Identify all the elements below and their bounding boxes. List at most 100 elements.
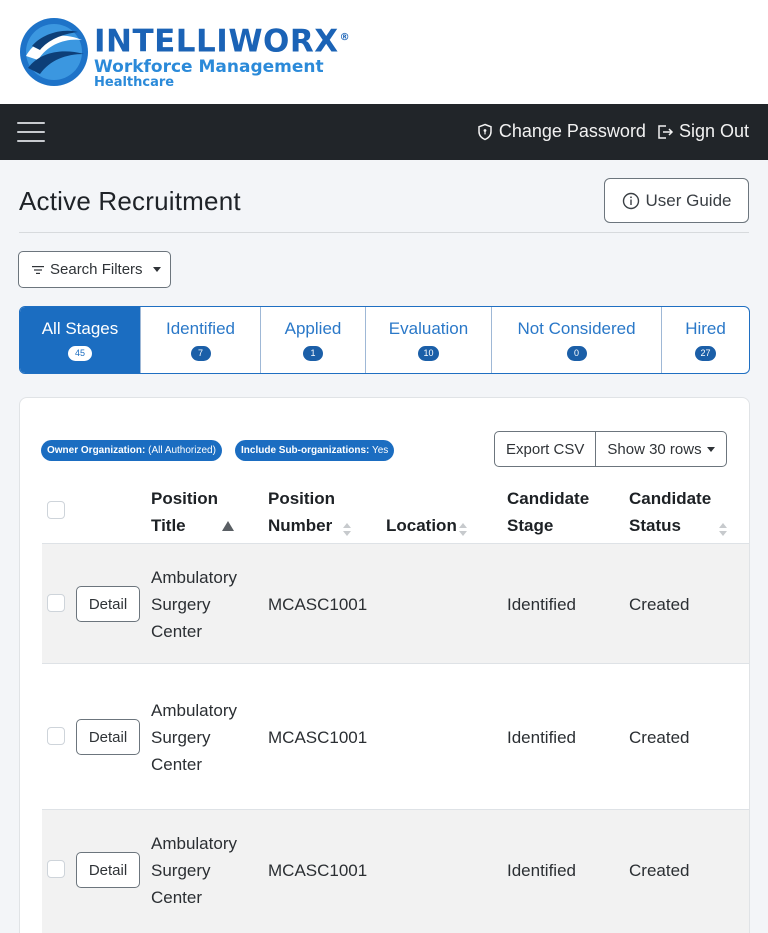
tab-applied[interactable]: Applied 1 [261,307,366,373]
position-number-cell: MCASC1001 [268,728,368,747]
column-header-position-title[interactable]: Position Title [151,485,218,539]
header-line: Candidate [629,489,712,508]
cell-line: Surgery [151,861,211,880]
sign-out-label: Sign Out [678,121,749,141]
select-all-checkbox[interactable] [47,501,65,519]
badge-label: Owner Organization: [47,445,146,456]
tab-hired[interactable]: Hired 27 [662,307,749,373]
tab-all-stages[interactable]: All Stages 45 [20,307,141,373]
row-checkbox[interactable] [47,860,65,878]
info-icon [622,192,639,209]
registered-mark: ® [339,32,351,43]
change-password-label: Change Password [498,121,646,141]
header-line: Status [629,516,681,535]
position-title-cell: Ambulatory Surgery Center [151,830,237,911]
candidate-status-cell: Created [629,728,690,747]
header-line: Title [151,516,186,535]
column-header-candidate-stage[interactable]: Candidate Stage [507,485,589,539]
column-header-location[interactable]: Location [386,512,457,539]
stage-tabs: All Stages 45 Identified 7 Applied 1 Eva… [19,306,750,374]
cell-line: Center [151,622,203,641]
tab-evaluation[interactable]: Evaluation 10 [366,307,492,373]
filter-icon [32,265,44,274]
header-line: Position [268,489,336,508]
candidate-stage-cell: Identified [507,861,576,880]
export-csv-button[interactable]: Export CSV [495,432,595,466]
search-filters-button[interactable]: Search Filters [18,251,171,288]
intelliworx-logo-icon [20,18,88,86]
tab-label: Evaluation [388,319,469,338]
show-rows-dropdown[interactable]: Show 30 rows [595,432,725,466]
caret-down-icon [152,267,161,272]
position-number-cell: MCASC1001 [268,861,368,880]
tab-count-badge: 1 [303,346,323,361]
logo-subtitle: Workforce Management [94,57,324,78]
badge-value: (All Authorized) [145,445,216,456]
badge-label: Include Sub-organizations: [241,445,370,456]
tab-label: Not Considered [517,319,636,338]
tab-count-badge: 7 [190,346,211,361]
detail-button[interactable]: Detail [76,719,140,755]
show-rows-label: Show 30 rows [607,440,702,458]
tab-label: Identified [166,319,235,338]
detail-button[interactable]: Detail [76,586,140,622]
sort-icon[interactable] [719,523,727,537]
sub-organizations-badge: Include Sub-organizations: Yes [235,440,395,461]
nav-links: Change Password Sign Out [476,121,749,142]
sign-out-icon [658,124,674,139]
tab-label: All Stages [41,319,119,338]
position-number-cell: MCASC1001 [268,595,368,614]
user-guide-label: User Guide [645,190,732,210]
header-line: Candidate [507,489,590,508]
candidate-stage-cell: Identified [507,595,576,614]
header-line: Position [151,489,219,508]
tab-count-badge: 10 [418,346,439,361]
top-navbar: Change Password Sign Out [0,104,768,160]
header-line: Stage [507,516,554,535]
badge-value: Yes [369,445,389,456]
cell-line: Center [151,755,203,774]
cell-line: Surgery [151,595,211,614]
tab-count-badge: 0 [566,346,587,361]
logo-bar: INTELLIWORX® Workforce Management Health… [0,0,768,104]
logo-text: INTELLIWORX® Workforce Management Health… [94,22,350,90]
row-checkbox[interactable] [47,727,65,745]
change-password-link[interactable]: Change Password [476,121,646,142]
tab-label: Applied [284,319,342,338]
candidate-stage-cell: Identified [507,728,576,747]
tab-label: Hired [685,319,726,338]
tab-identified[interactable]: Identified 7 [141,307,261,373]
cell-line: Ambulatory [151,701,237,720]
cell-line: Ambulatory [151,834,237,853]
logo-brand: INTELLIWORX® [94,22,350,57]
tab-not-considered[interactable]: Not Considered 0 [492,307,662,373]
column-header-candidate-status[interactable]: Candidate Status [629,485,711,539]
table-toolbar: Export CSV Show 30 rows [494,431,727,467]
logo-brand-text: INTELLIWORX [94,23,339,60]
sort-icon[interactable] [343,523,351,537]
shield-icon [478,123,492,140]
user-guide-button[interactable]: User Guide [604,178,749,223]
hamburger-icon[interactable] [17,120,45,144]
row-checkbox[interactable] [47,594,65,612]
cell-line: Center [151,888,203,907]
header-line: Number [268,516,333,535]
cell-line: Ambulatory [151,568,237,587]
caret-down-icon [706,446,715,452]
sort-ascending-icon[interactable] [222,521,234,531]
logo-subtitle-2: Healthcare [94,75,175,91]
tab-count-badge: 45 [68,346,92,361]
position-title-cell: Ambulatory Surgery Center [151,564,237,645]
sign-out-link[interactable]: Sign Out [656,121,749,142]
tab-count-badge: 27 [695,346,716,361]
column-header-position-number[interactable]: Position Number [268,485,335,539]
page-title: Active Recruitment [19,186,241,216]
candidate-status-cell: Created [629,861,690,880]
cell-line: Surgery [151,728,211,747]
position-title-cell: Ambulatory Surgery Center [151,697,237,778]
detail-button[interactable]: Detail [76,852,140,888]
header-divider [19,232,749,233]
candidate-status-cell: Created [629,595,690,614]
owner-organization-badge: Owner Organization: (All Authorized) [41,440,222,461]
sort-icon[interactable] [459,523,467,537]
